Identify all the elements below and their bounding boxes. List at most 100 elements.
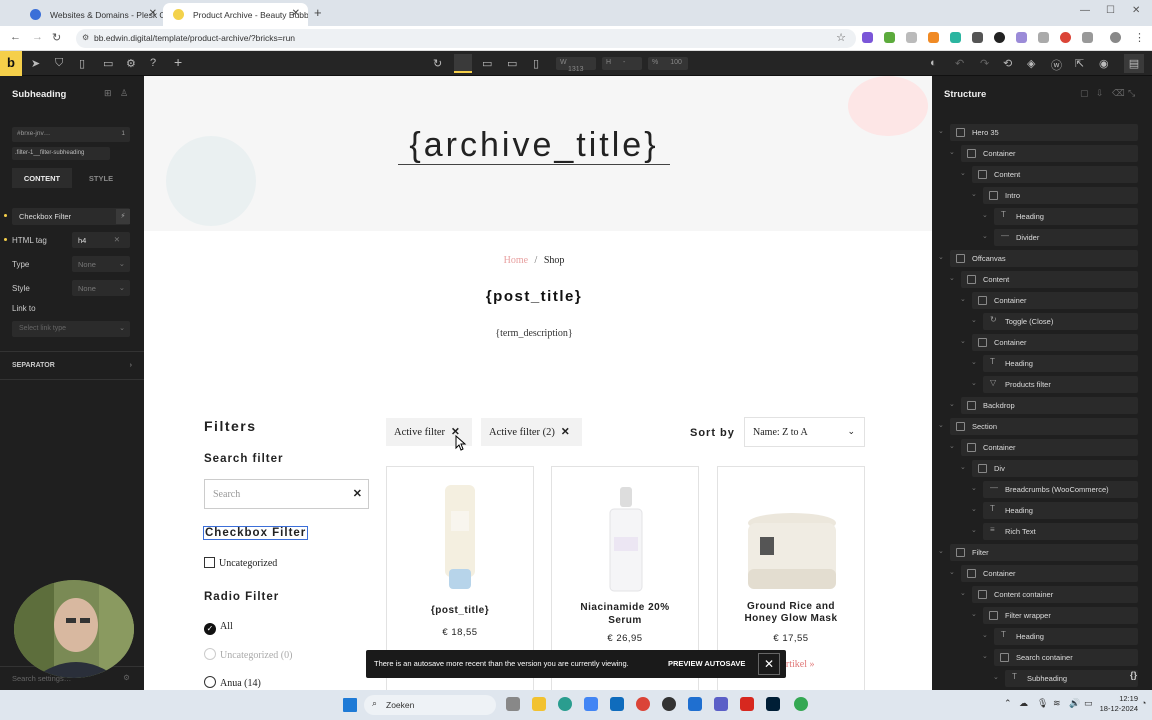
store-icon[interactable] xyxy=(584,697,598,711)
volume-icon[interactable]: 🔊 xyxy=(1069,698,1080,709)
radio-circle[interactable] xyxy=(204,676,216,688)
structure-panel-toggle-icon[interactable]: ▤ xyxy=(1124,54,1144,73)
chatgpt-icon[interactable] xyxy=(662,697,676,711)
radio-option-all[interactable]: ✓ All xyxy=(204,621,233,635)
browser-menu-icon[interactable]: ⋮ xyxy=(1134,31,1145,44)
viewport-scale-field[interactable]: % 100 xyxy=(648,57,688,70)
structure-item[interactable]: ⌄ Filter xyxy=(938,544,1138,561)
structure-item[interactable]: ⌄ Container xyxy=(960,334,1138,351)
product-title[interactable]: {post_title} xyxy=(387,605,533,616)
back-icon[interactable]: ← xyxy=(10,31,21,43)
microphone-icon[interactable]: 🎙 xyxy=(1037,698,1048,709)
structure-item[interactable]: ⌄ ≡ Rich Text xyxy=(971,523,1138,540)
forward-icon[interactable]: → xyxy=(32,31,43,43)
tab-content[interactable]: CONTENT xyxy=(12,168,72,188)
search-filter-input[interactable]: Search ✕ xyxy=(204,479,369,509)
new-tab-button[interactable]: + xyxy=(314,5,322,20)
expand-chevron-icon[interactable]: ⌄ xyxy=(982,652,988,660)
structure-item[interactable]: ⌄ Content container xyxy=(960,586,1138,603)
expand-chevron-icon[interactable]: ⌄ xyxy=(960,337,966,345)
selector-id-field[interactable]: #brxe-jnv… 1 xyxy=(12,127,130,142)
expand-chevron-icon[interactable]: ⌄ xyxy=(949,148,955,156)
expand-chevron-icon[interactable]: ⌄ xyxy=(971,484,977,492)
structure-item[interactable]: ⌄ ↻ Toggle (Close) xyxy=(971,313,1138,330)
history-icon[interactable]: ⟲ xyxy=(1003,57,1012,70)
clear-icon[interactable]: ✕ xyxy=(114,235,120,244)
wordpress-icon[interactable]: ⓦ xyxy=(1051,57,1062,73)
taskbar-clock[interactable]: 12:19 18-12-2024 xyxy=(1096,694,1138,714)
viewport-width-field[interactable]: W 1313 xyxy=(556,57,596,73)
wifi-icon[interactable]: ≋ xyxy=(1053,698,1061,709)
profile-avatar[interactable] xyxy=(1110,32,1121,43)
checkbox-box[interactable] xyxy=(204,557,215,568)
structure-item[interactable]: ⌄ Search container xyxy=(982,649,1138,666)
tablet-portrait-icon[interactable]: ▭ xyxy=(507,57,517,70)
chrome-icon[interactable] xyxy=(794,697,808,711)
expand-chevron-icon[interactable]: ⌄ xyxy=(949,442,955,450)
minimize-icon[interactable]: — xyxy=(1080,5,1090,16)
expand-chevron-icon[interactable]: ⌄ xyxy=(971,379,977,387)
expand-chevron-icon[interactable]: ⌄ xyxy=(982,211,988,219)
structure-item[interactable]: ⌄ T Subheading xyxy=(993,670,1138,687)
tablet-landscape-icon[interactable]: ▭ xyxy=(482,57,492,70)
product-title[interactable]: Niacinamide 20% Serum xyxy=(552,601,698,627)
expand-chevron-icon[interactable]: ⌄ xyxy=(971,526,977,534)
extension-icon[interactable] xyxy=(906,32,917,43)
onedrive-icon[interactable]: ☁ xyxy=(1019,698,1028,709)
extension-icon[interactable] xyxy=(884,32,895,43)
expand-chevron-icon[interactable]: ⌄ xyxy=(949,568,955,576)
structure-item[interactable]: ⌄ Filter wrapper xyxy=(971,607,1138,624)
active-filter-chip[interactable]: Active filter (2) ✕ xyxy=(481,418,582,446)
radio-option-anua[interactable]: Anua (14) xyxy=(204,676,261,689)
acrobat-icon[interactable] xyxy=(740,697,754,711)
expand-chevron-icon[interactable]: ⌄ xyxy=(971,505,977,513)
extension-icon[interactable] xyxy=(1038,32,1049,43)
preview-eye-icon[interactable]: ◉ xyxy=(1099,57,1109,70)
code-braces-icon[interactable]: {} xyxy=(1130,670,1137,680)
structure-item[interactable]: ⌄ Hero 35 xyxy=(938,124,1138,141)
extension-icon[interactable] xyxy=(950,32,961,43)
battery-icon[interactable]: ▭ xyxy=(1084,698,1093,709)
site-info-icon[interactable]: ⚙ xyxy=(82,33,89,42)
outlook-icon[interactable] xyxy=(610,697,624,711)
checkbox-filter-heading[interactable]: Checkbox Filter xyxy=(202,526,309,540)
tab-style[interactable]: STYLE xyxy=(72,168,130,188)
extension-icon[interactable] xyxy=(1060,32,1071,43)
vscode-icon[interactable] xyxy=(688,697,702,711)
expand-chevron-icon[interactable]: ⌄ xyxy=(938,547,944,555)
expand-chevron-icon[interactable]: ⌄ xyxy=(971,190,977,198)
clear-search-icon[interactable]: ✕ xyxy=(353,487,362,500)
structure-item[interactable]: ⌄ Container xyxy=(960,292,1138,309)
dynamic-data-icon[interactable]: ⚡ xyxy=(116,209,130,224)
edge-icon[interactable] xyxy=(558,697,572,711)
extension-icon[interactable] xyxy=(862,32,873,43)
extension-icon[interactable] xyxy=(994,32,1005,43)
collapse-all-icon[interactable]: ⤡ xyxy=(1128,88,1135,99)
expand-chevron-icon[interactable]: ⌄ xyxy=(971,358,977,366)
expand-chevron-icon[interactable]: ⌄ xyxy=(949,400,955,408)
undo-icon[interactable]: ↶ xyxy=(955,57,964,70)
expand-chevron-icon[interactable]: ⌄ xyxy=(960,463,966,471)
templates-icon[interactable]: ⛉ xyxy=(55,57,63,70)
expand-chevron-icon[interactable]: ⌄ xyxy=(960,169,966,177)
file-explorer-icon[interactable] xyxy=(532,697,546,711)
selector-class-tag[interactable]: .filter-1__filter-subheading xyxy=(12,147,110,160)
structure-item[interactable]: ⌄ Content xyxy=(949,271,1138,288)
add-icon[interactable]: + xyxy=(174,54,182,70)
separator-section-toggle[interactable]: SEPARATOR › xyxy=(12,362,132,369)
expand-chevron-icon[interactable]: ⌄ xyxy=(971,316,977,324)
structure-item[interactable]: ⌄ Intro xyxy=(971,187,1138,204)
expand-chevron-icon[interactable]: ⌄ xyxy=(938,127,944,135)
panel-layout-icon[interactable]: ⊞ xyxy=(104,88,112,99)
structure-item[interactable]: ⌄ Div xyxy=(960,460,1138,477)
extensions-puzzle-icon[interactable] xyxy=(1082,32,1093,43)
link-type-select[interactable]: Select link type ⌄ xyxy=(12,321,130,337)
windows-start-icon[interactable] xyxy=(343,698,357,712)
help-icon[interactable]: ? xyxy=(150,57,156,69)
panel-person-icon[interactable]: ♙ xyxy=(120,88,128,99)
structure-item[interactable]: ⌄ Container xyxy=(949,145,1138,162)
viewport-height-field[interactable]: H - xyxy=(602,57,642,70)
type-select[interactable]: None ⌄ xyxy=(72,256,130,272)
extension-icon[interactable] xyxy=(928,32,939,43)
photoshop-icon[interactable] xyxy=(766,697,780,711)
